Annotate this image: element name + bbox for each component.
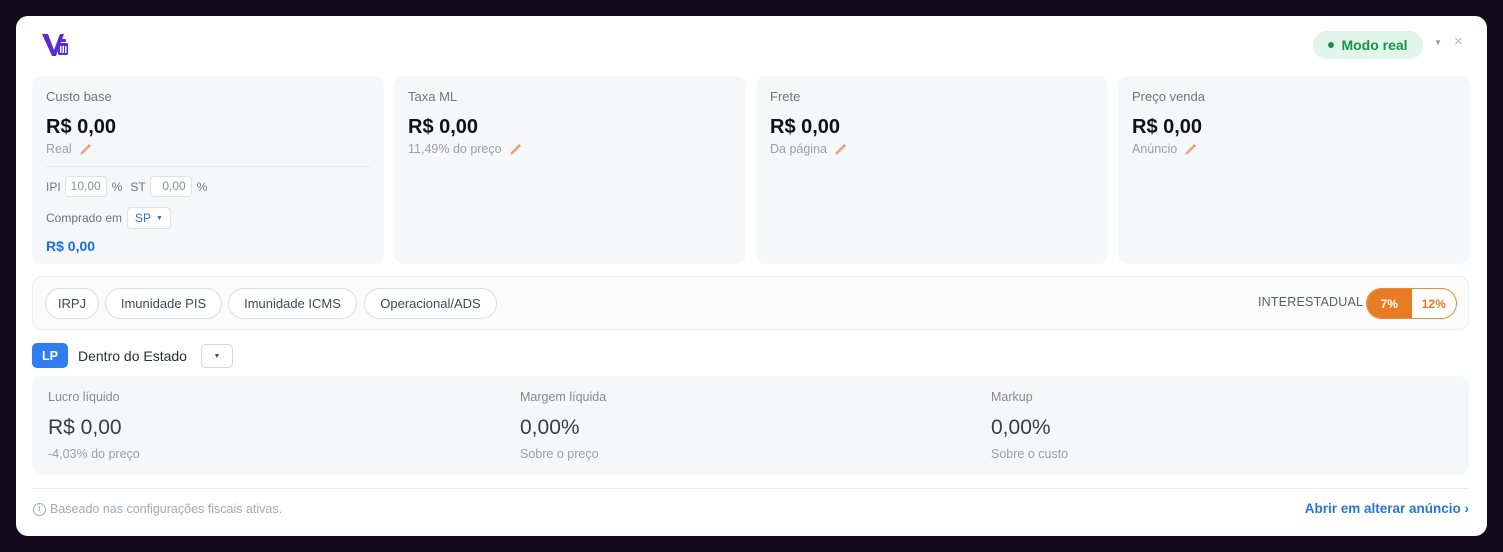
interestadual-toggle: 7% 12% <box>1366 288 1457 319</box>
bought-value: R$ 0,00 <box>46 238 96 254</box>
mode-toggle[interactable]: Modo real <box>1313 31 1423 59</box>
pencil-icon[interactable] <box>79 143 92 156</box>
caret-down-icon: ▼ <box>213 352 221 360</box>
regime-badge: LP <box>32 343 68 368</box>
net-margin: Margem líquida 0,00% Sobre o preço <box>520 390 606 461</box>
cost-sub-text: Real <box>46 142 72 156</box>
ipi-input[interactable]: 10,00 <box>64 176 107 197</box>
mode-label: Modo real <box>1341 37 1408 53</box>
fee-sub: 11,49% do preço <box>408 142 732 156</box>
shipping-sub-text: Da página <box>770 142 827 156</box>
chip-imunidade-pis[interactable]: Imunidade PIS <box>105 288 222 319</box>
net-profit-label: Lucro líquido <box>48 390 120 404</box>
results-panel: Lucro líquido R$ 0,00 -4,03% do preço Ma… <box>32 376 1469 475</box>
chip-imunidade-icms[interactable]: Imunidade ICMS <box>228 288 357 319</box>
st-unit: % <box>196 179 208 194</box>
price-label: Preço venda <box>1132 89 1205 104</box>
footer-info: i Baseado nas configurações fiscais ativ… <box>33 502 282 516</box>
net-profit-value: R$ 0,00 <box>48 416 122 439</box>
bought-row: Comprado em SP ▼ <box>46 207 370 229</box>
pencil-icon[interactable] <box>509 143 522 156</box>
uf-select[interactable]: SP ▼ <box>127 207 171 229</box>
shipping-card: Frete R$ 0,00 Da página <box>756 76 1108 264</box>
shipping-sub: Da página <box>770 142 1094 156</box>
open-edit-listing-link[interactable]: Abrir em alterar anúncio › <box>1305 501 1469 516</box>
pricing-panel: Modo real ▼ × Custo base R$ 0,00 Real IP… <box>16 16 1487 536</box>
cost-sub: Real <box>46 142 370 156</box>
cost-value: R$ 0,00 <box>46 116 117 138</box>
close-icon[interactable]: × <box>1454 33 1463 50</box>
interestadual-label: INTERESTADUAL <box>1258 295 1364 309</box>
pencil-icon[interactable] <box>834 143 847 156</box>
pencil-icon[interactable] <box>1184 143 1197 156</box>
net-margin-sub: Sobre o preço <box>520 447 599 461</box>
interestadual-7-option[interactable]: 7% <box>1367 289 1412 318</box>
ipi-label: IPI <box>46 179 61 194</box>
markup-value: 0,00% <box>991 416 1051 439</box>
st-label: ST <box>130 179 146 194</box>
fee-label: Taxa ML <box>408 89 458 104</box>
caret-down-icon[interactable]: ▼ <box>1434 38 1442 47</box>
interestadual-12-option[interactable]: 12% <box>1412 289 1457 318</box>
regime-label: Dentro do Estado <box>78 348 187 364</box>
markup-label: Markup <box>991 390 1033 404</box>
price-card: Preço venda R$ 0,00 Anúncio <box>1118 76 1470 264</box>
fee-card: Taxa ML R$ 0,00 11,49% do preço <box>394 76 746 264</box>
uf-value: SP <box>135 211 152 225</box>
cost-label: Custo base <box>46 89 112 104</box>
regime-dropdown[interactable]: ▼ <box>201 344 233 368</box>
footer-info-text: Baseado nas configurações fiscais ativas… <box>50 502 283 516</box>
net-profit-sub: -4,03% do preço <box>48 447 140 461</box>
shipping-label: Frete <box>770 89 801 104</box>
markup-sub: Sobre o custo <box>991 447 1069 461</box>
st-input[interactable]: 0,00 <box>149 176 192 197</box>
status-dot <box>1328 42 1335 48</box>
net-profit: Lucro líquido R$ 0,00 -4,03% do preço <box>48 390 140 461</box>
shipping-value: R$ 0,00 <box>770 116 841 138</box>
tax-row: IPI 10,00 % ST 0,00 % <box>46 176 370 197</box>
price-sub-text: Anúncio <box>1132 142 1178 156</box>
cost-card: Custo base R$ 0,00 Real IPI 10,00 % ST 0… <box>32 76 384 264</box>
net-margin-value: 0,00% <box>520 416 580 439</box>
bought-label: Comprado em <box>46 211 123 225</box>
fee-value: R$ 0,00 <box>408 116 479 138</box>
chip-irpj[interactable]: IRPJ <box>45 288 99 319</box>
markup: Markup 0,00% Sobre o custo <box>991 390 1068 461</box>
ipi-unit: % <box>111 179 123 194</box>
card-divider <box>46 166 370 167</box>
vendor-logo-icon <box>40 30 70 60</box>
footer-divider <box>32 488 1469 489</box>
fee-sub-text: 11,49% do preço <box>408 142 502 156</box>
chip-operacional-ads[interactable]: Operacional/ADS <box>364 288 497 319</box>
price-value: R$ 0,00 <box>1132 116 1203 138</box>
info-icon: i <box>33 502 46 516</box>
price-sub: Anúncio <box>1132 142 1456 156</box>
tax-options-bar: IRPJ Imunidade PIS Imunidade ICMS Operac… <box>32 276 1469 330</box>
net-margin-label: Margem líquida <box>520 390 607 404</box>
caret-down-icon: ▼ <box>156 214 163 222</box>
